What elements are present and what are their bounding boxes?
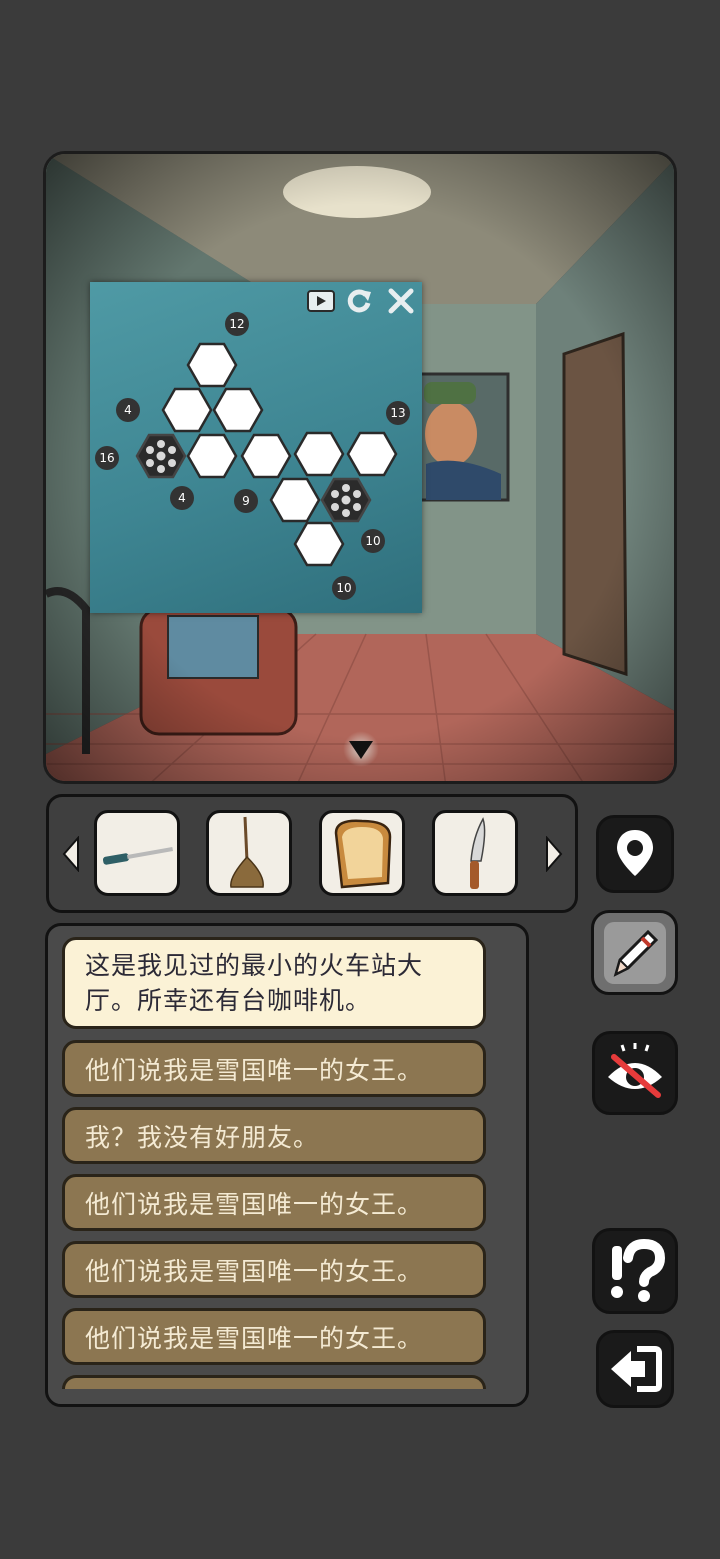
dialogue-option[interactable]: 我？我没有好朋友。 [62, 1107, 486, 1164]
navigate-back-arrow[interactable] [343, 731, 379, 767]
knife-icon [470, 817, 486, 889]
bread-icon [334, 819, 392, 889]
svg-text:9: 9 [242, 494, 250, 508]
hex-cell[interactable] [269, 477, 321, 523]
hex-cell[interactable] [212, 387, 264, 433]
inventory-slot-bread[interactable] [319, 810, 405, 896]
hint-icon [611, 1238, 666, 1302]
hide-hints-button[interactable] [592, 1031, 678, 1115]
clue-bubble: 12 [225, 312, 249, 336]
reset-icon [347, 289, 371, 313]
close-puzzle-button[interactable] [386, 286, 416, 316]
down-arrow-icon [349, 741, 373, 759]
svg-text:16: 16 [99, 451, 114, 465]
clue-bubble: 4 [116, 398, 140, 422]
hexagon-puzzle-panel[interactable]: 12 4 13 16 4 9 10 10 [90, 282, 422, 613]
notes-button[interactable] [591, 910, 678, 995]
clue-bubble: 13 [386, 401, 410, 425]
dialogue-option-partial[interactable] [62, 1375, 486, 1389]
svg-text:4: 4 [178, 491, 186, 505]
eye-crossed-icon [608, 1043, 662, 1098]
hex-cell[interactable] [293, 431, 345, 477]
chevron-right-icon [546, 835, 563, 873]
hex-cell[interactable] [161, 387, 213, 433]
reset-puzzle-button[interactable] [344, 286, 374, 316]
hex-cell[interactable] [346, 431, 398, 477]
exit-button[interactable] [596, 1330, 674, 1408]
map-button[interactable] [596, 815, 674, 893]
hex-cell[interactable] [293, 521, 345, 567]
dialogue-option[interactable]: 他们说我是雪国唯一的女王。 [62, 1241, 486, 1298]
dialogue-option[interactable]: 他们说我是雪国唯一的女王。 [62, 1308, 486, 1365]
chevron-left-icon [62, 835, 79, 873]
inventory-slot-screwdriver[interactable] [94, 810, 180, 896]
hex-cell[interactable] [186, 433, 238, 479]
video-icon [307, 290, 335, 312]
video-hint-button[interactable] [306, 286, 336, 316]
svg-text:13: 13 [390, 406, 405, 420]
svg-text:10: 10 [365, 534, 380, 548]
svg-text:10: 10 [336, 581, 351, 595]
screwdriver-icon [102, 847, 173, 865]
clue-bubble: 10 [361, 529, 385, 553]
hex-cell[interactable] [186, 342, 238, 388]
close-icon [388, 288, 414, 314]
clue-bubble: 16 [95, 446, 119, 470]
location-pin-icon [617, 830, 653, 876]
inventory-prev-button[interactable] [62, 835, 80, 873]
inventory-next-button[interactable] [545, 835, 563, 873]
svg-text:4: 4 [124, 403, 132, 417]
inventory-slot-knife[interactable] [432, 810, 518, 896]
exit-arrow-icon [611, 1346, 662, 1392]
clue-bubble: 9 [234, 489, 258, 513]
hexagon-grid[interactable]: 12 4 13 16 4 9 10 10 [90, 282, 422, 613]
clue-bubble: 4 [170, 486, 194, 510]
hex-cell[interactable] [240, 433, 292, 479]
dialogue-option[interactable]: 他们说我是雪国唯一的女王。 [62, 1040, 486, 1097]
pencil-icon [603, 921, 666, 984]
hint-help-button[interactable] [592, 1228, 678, 1314]
inventory-slot-broom[interactable] [206, 810, 292, 896]
dialogue-active-line[interactable]: 这是我见过的最小的火车站大厅。所幸还有台咖啡机。 [62, 937, 486, 1029]
clue-bubble: 10 [332, 576, 356, 600]
broom-icon [230, 816, 264, 888]
svg-text:12: 12 [229, 317, 244, 331]
dialogue-option[interactable]: 他们说我是雪国唯一的女王。 [62, 1174, 486, 1231]
